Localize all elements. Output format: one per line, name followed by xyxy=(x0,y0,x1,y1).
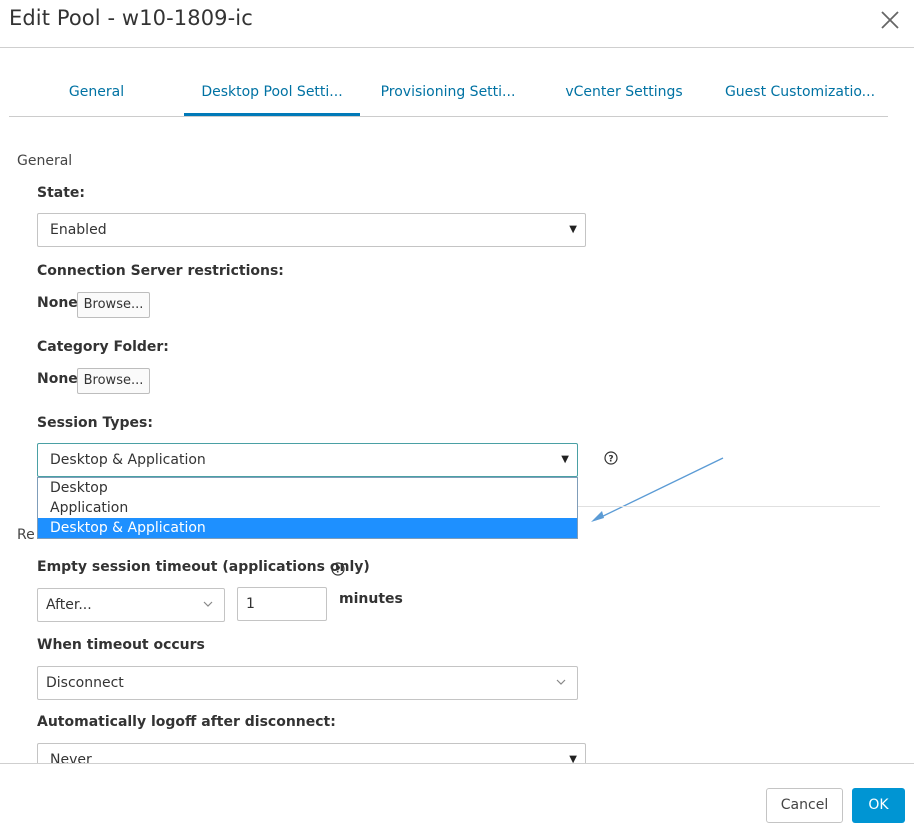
scroll-clip: Never ▼ xyxy=(0,742,914,763)
help-circle-icon[interactable]: ? xyxy=(331,561,345,576)
option-desktop[interactable]: Desktop xyxy=(38,478,577,498)
section-general-label: General xyxy=(17,153,73,169)
annotation-arrow xyxy=(591,457,724,522)
category-folder-browse-button[interactable]: Browse... xyxy=(77,368,150,394)
category-folder-value: None xyxy=(37,371,78,387)
chevron-down-icon xyxy=(556,679,566,685)
auto-logoff-select-value: Never xyxy=(50,752,92,763)
footer-divider xyxy=(0,763,914,764)
when-timeout-select-value: Disconnect xyxy=(46,675,124,691)
connection-server-browse-button[interactable]: Browse... xyxy=(77,292,150,318)
state-select-value: Enabled xyxy=(50,222,107,238)
section-divider xyxy=(578,506,880,507)
auto-logoff-select[interactable]: Never ▼ xyxy=(37,743,586,763)
tab-provisioning-settings[interactable]: Provisioning Setti... xyxy=(360,70,536,116)
chevron-down-icon xyxy=(203,601,213,607)
svg-text:?: ? xyxy=(335,566,340,576)
session-types-options: Desktop Application Desktop & Applicatio… xyxy=(37,477,578,539)
header-divider xyxy=(0,47,914,48)
section-remote-label: Re xyxy=(17,527,35,543)
minutes-label: minutes xyxy=(339,591,403,607)
connection-server-value: None xyxy=(37,295,78,311)
option-application[interactable]: Application xyxy=(38,498,577,518)
ok-button[interactable]: OK xyxy=(852,788,905,823)
caret-down-icon: ▼ xyxy=(569,754,577,763)
after-select-value: After... xyxy=(46,597,92,613)
close-icon[interactable] xyxy=(878,8,902,32)
caret-down-icon: ▼ xyxy=(569,224,577,235)
tab-guest-customization[interactable]: Guest Customizatio... xyxy=(712,70,888,116)
tab-general[interactable]: General xyxy=(9,70,184,116)
tab-desktop-pool-settings[interactable]: Desktop Pool Setti... xyxy=(184,70,360,116)
after-select[interactable]: After... xyxy=(37,588,225,622)
tab-vcenter-settings[interactable]: vCenter Settings xyxy=(536,70,712,116)
state-select[interactable]: Enabled ▼ xyxy=(37,213,586,247)
when-timeout-label: When timeout occurs xyxy=(37,637,205,653)
session-types-select-value: Desktop & Application xyxy=(50,452,206,468)
when-timeout-select[interactable]: Disconnect xyxy=(37,666,578,700)
session-types-select[interactable]: Desktop & Application ▼ xyxy=(37,443,578,477)
connection-server-label: Connection Server restrictions: xyxy=(37,263,284,279)
empty-timeout-label: Empty session timeout (applications only… xyxy=(37,559,370,575)
auto-logoff-label: Automatically logoff after disconnect: xyxy=(37,714,336,730)
state-label: State: xyxy=(37,185,86,201)
timeout-input[interactable]: 1 xyxy=(237,587,327,621)
category-folder-label: Category Folder: xyxy=(37,339,169,355)
option-desktop-and-application[interactable]: Desktop & Application xyxy=(38,518,577,538)
session-types-label: Session Types: xyxy=(37,415,153,431)
caret-down-icon: ▼ xyxy=(561,454,569,465)
tab-bar: General Desktop Pool Setti... Provisioni… xyxy=(9,70,888,117)
dialog-title: Edit Pool - w10-1809-ic xyxy=(9,6,253,30)
cancel-button[interactable]: Cancel xyxy=(766,788,843,823)
